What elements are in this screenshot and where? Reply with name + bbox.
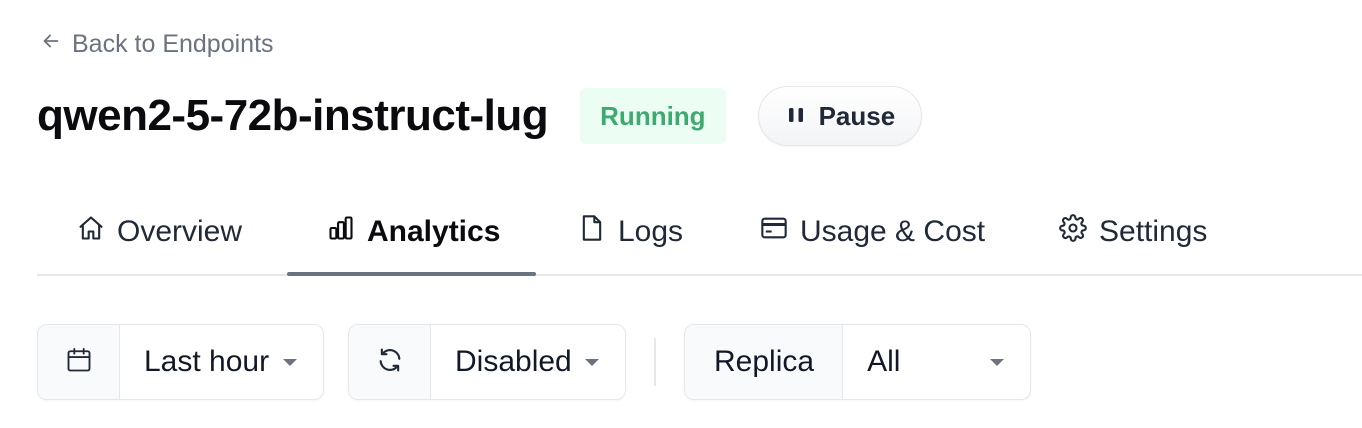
home-icon	[77, 214, 105, 250]
auto-refresh-select[interactable]: Disabled	[431, 325, 625, 399]
chevron-down-icon	[283, 358, 297, 366]
tab-settings[interactable]: Settings	[1059, 188, 1207, 276]
replica-control: Replica All	[684, 324, 1031, 400]
tab-usage-cost[interactable]: Usage & Cost	[760, 188, 985, 276]
auto-refresh-value: Disabled	[455, 345, 572, 378]
tab-label: Analytics	[367, 215, 501, 248]
pause-label: Pause	[818, 100, 896, 131]
back-to-endpoints-link[interactable]: Back to Endpoints	[40, 30, 274, 59]
status-badge: Running	[580, 88, 726, 144]
auto-refresh-control: Disabled	[348, 324, 626, 400]
calendar-icon	[65, 346, 93, 379]
time-range-icon-button[interactable]	[38, 325, 120, 399]
credit-card-icon	[760, 214, 788, 250]
arrow-left-icon	[40, 30, 62, 59]
active-tab-indicator	[287, 272, 536, 276]
filter-divider	[654, 338, 656, 386]
back-link-label: Back to Endpoints	[72, 30, 274, 58]
file-icon	[578, 214, 606, 250]
replica-label: Replica	[685, 325, 844, 399]
tab-label: Logs	[618, 215, 684, 248]
time-range-control: Last hour	[37, 324, 324, 400]
tab-logs[interactable]: Logs	[578, 188, 683, 276]
gear-icon	[1059, 214, 1087, 250]
page-title: qwen2-5-72b-instruct-lug	[37, 91, 549, 140]
chevron-down-icon	[990, 358, 1004, 366]
time-range-value: Last hour	[144, 345, 270, 378]
refresh-icon-button[interactable]	[349, 325, 431, 399]
bar-chart-icon	[327, 214, 355, 250]
tab-label: Overview	[117, 215, 243, 248]
time-range-select[interactable]: Last hour	[120, 325, 323, 399]
tab-bar: Overview Analytics Logs Usage & Cost Set…	[37, 188, 1362, 276]
refresh-icon	[376, 346, 404, 379]
tab-overview[interactable]: Overview	[77, 188, 242, 276]
tab-label: Usage & Cost	[800, 215, 986, 248]
tab-label: Settings	[1099, 215, 1208, 248]
pause-button[interactable]: Pause	[757, 86, 923, 146]
replica-select[interactable]: All	[843, 325, 1030, 399]
pause-icon	[787, 101, 805, 132]
title-row: qwen2-5-72b-instruct-lug Running Pause	[37, 86, 923, 146]
tab-analytics[interactable]: Analytics	[327, 188, 500, 276]
chevron-down-icon	[585, 358, 599, 366]
endpoint-page: Back to Endpoints qwen2-5-72b-instruct-l…	[0, 0, 1362, 428]
replica-value: All	[867, 345, 901, 378]
